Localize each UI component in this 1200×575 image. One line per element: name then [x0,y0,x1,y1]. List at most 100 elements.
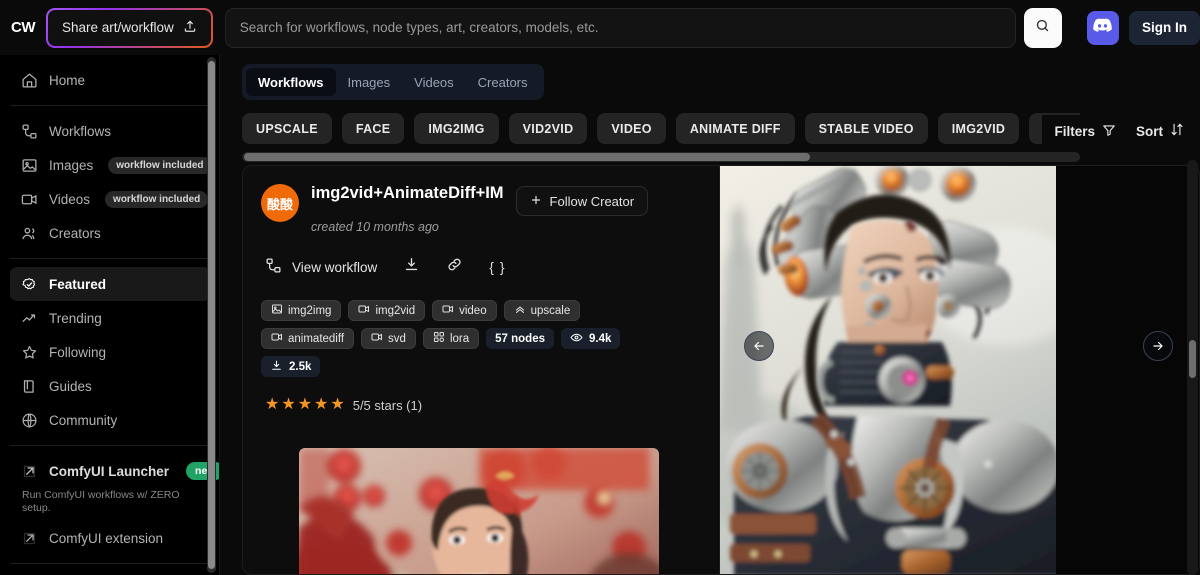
sidebar-item-videos[interactable]: Videos workflow included [10,182,210,216]
sort-label: Sort [1136,123,1163,139]
sidebar-item-comfyui-launcher[interactable]: ComfyUI Launcher new [10,454,220,488]
tag-upscale[interactable]: upscale [503,300,581,321]
filter-chip-stable-video[interactable]: STABLE VIDEO [804,113,928,144]
sidebar-item-guides[interactable]: Guides [10,369,210,403]
download-button[interactable] [403,256,420,278]
tab-videos[interactable]: Videos [402,68,466,96]
sidebar-scrollbar-thumb[interactable] [208,61,215,569]
page-scrollbar-thumb[interactable] [1189,340,1196,378]
filter-chips-scrollbar[interactable] [242,152,1080,162]
next-image-button[interactable] [1143,331,1173,361]
chip-label: VID2VID [522,121,574,136]
sign-in-button[interactable]: Sign In [1129,10,1200,45]
site-logo[interactable]: CW [0,19,46,36]
sidebar-item-community[interactable]: Community [10,403,210,437]
badge-check-icon [21,276,38,293]
tab-workflows[interactable]: Workflows [246,68,336,96]
stat-downloads: 2.5k [261,356,321,377]
sidebar-label: ComfyUI Launcher [49,463,170,479]
tag-label: img2vid [375,304,416,317]
tag-img2img[interactable]: img2img [261,300,342,321]
filter-chip-upscale[interactable]: UPSCALE [242,113,332,144]
views-label: 9.4k [589,332,612,345]
creator-row: 酸酸 img2vid+AnimateDiff+IM Follow Creator… [261,184,703,234]
sidebar-label: Following [49,344,107,360]
downloads-label: 2.5k [289,360,312,373]
prev-image-button[interactable] [744,331,774,361]
download-icon [403,256,420,278]
launcher-description: Run ComfyUI workflows w/ ZERO setup. [22,489,180,515]
node-count-label: 57 nodes [495,332,545,345]
follow-creator-button[interactable]: Follow Creator [515,186,649,216]
sidebar-label: Guides [49,378,92,394]
users-icon [21,225,38,242]
sidebar-scrollbar[interactable] [207,57,216,573]
copy-link-button[interactable] [446,256,463,278]
tag-label: img2img [288,304,332,317]
sort-button[interactable]: Sort [1136,122,1184,140]
filter-chip-face[interactable]: FACE [341,113,405,144]
chip-label: VIDEO [611,121,652,136]
stat-node-count: 57 nodes [486,328,554,349]
left-sidebar: Home Workflows Images workflow included [0,55,220,575]
tag-lora[interactable]: lora [422,328,480,349]
workflow-title[interactable]: img2vid+AnimateDiff+IM [311,184,504,203]
search-submit-button[interactable] [1023,7,1062,48]
tag-img2vid[interactable]: img2vid [348,300,426,321]
workflow-icon [21,123,38,140]
filter-chips-scroller[interactable]: UPSCALE FACE IMG2IMG VID2VID VIDEO ANIMA… [242,113,1080,149]
chip-label: FACE [355,121,391,136]
tag-animatediff[interactable]: animatediff [261,328,355,349]
sidebar-divider-3 [10,445,210,446]
book-icon [21,378,38,395]
page-scrollbar[interactable] [1187,160,1198,575]
share-art-workflow-button[interactable]: Share art/workflow [46,8,213,48]
filter-chip-video[interactable]: VIDEO [597,113,666,144]
funnel-icon [1102,123,1116,140]
video-icon [271,331,283,346]
star-icon: ★ [297,396,313,413]
workflow-card[interactable]: 酸酸 img2vid+AnimateDiff+IM Follow Creator… [242,165,1200,575]
sidebar-item-featured[interactable]: Featured [10,267,210,301]
rating-label: 5/5 stars (1) [352,397,423,413]
tag-video[interactable]: video [432,300,497,321]
sign-in-label: Sign In [1142,20,1187,35]
filter-chip-vid2vid[interactable]: VID2VID [508,113,588,144]
image-icon [271,303,283,318]
tab-images[interactable]: Images [336,68,403,96]
search-input[interactable] [239,20,1001,35]
workflow-preview-thumbnail[interactable] [299,448,659,574]
tag-label: video [459,304,487,317]
workflow-actions: View workflow {} [261,256,703,278]
discord-icon [1093,18,1113,38]
view-workflow-button[interactable]: View workflow [265,257,377,277]
main-content: Workflows Images Videos Creators UPSCALE… [220,55,1200,575]
sidebar-item-following[interactable]: Following [10,335,210,369]
filter-chip-img2img[interactable]: IMG2IMG [414,113,499,144]
sidebar-item-workflows[interactable]: Workflows [10,114,210,148]
filter-chips-scrollbar-thumb[interactable] [244,153,810,161]
arrow-right-icon [1153,341,1163,351]
avatar[interactable]: 酸酸 [261,184,299,222]
external-link-icon [21,530,38,547]
filters-button[interactable]: Filters [1054,123,1116,140]
sidebar-label: Workflows [49,123,112,139]
sidebar-item-comfyui-extension[interactable]: ComfyUI extension [10,521,210,555]
sidebar-item-home[interactable]: Home [10,63,210,97]
sidebar-item-images[interactable]: Images workflow included [10,148,212,182]
star-icon: ★ [265,396,280,413]
workflow-card-media[interactable] [720,166,1199,574]
sidebar-label: Trending [49,310,102,326]
filter-chip-animate-diff[interactable]: ANIMATE DIFF [675,113,795,144]
sidebar-item-trending[interactable]: Trending [10,301,210,335]
filter-chip-img2vid[interactable]: IMG2VID [937,113,1020,144]
share-button-label: Share art/workflow [62,20,174,35]
sidebar-label: Featured [49,276,107,292]
tag-svd[interactable]: svd [361,328,416,349]
global-search-field[interactable] [224,7,1016,48]
discord-button[interactable] [1086,10,1119,45]
sidebar-item-creators[interactable]: Creators [10,216,210,250]
tab-creators[interactable]: Creators [466,68,540,96]
sidebar-label: ComfyUI extension [49,530,164,546]
view-json-button[interactable]: { } [489,259,505,275]
